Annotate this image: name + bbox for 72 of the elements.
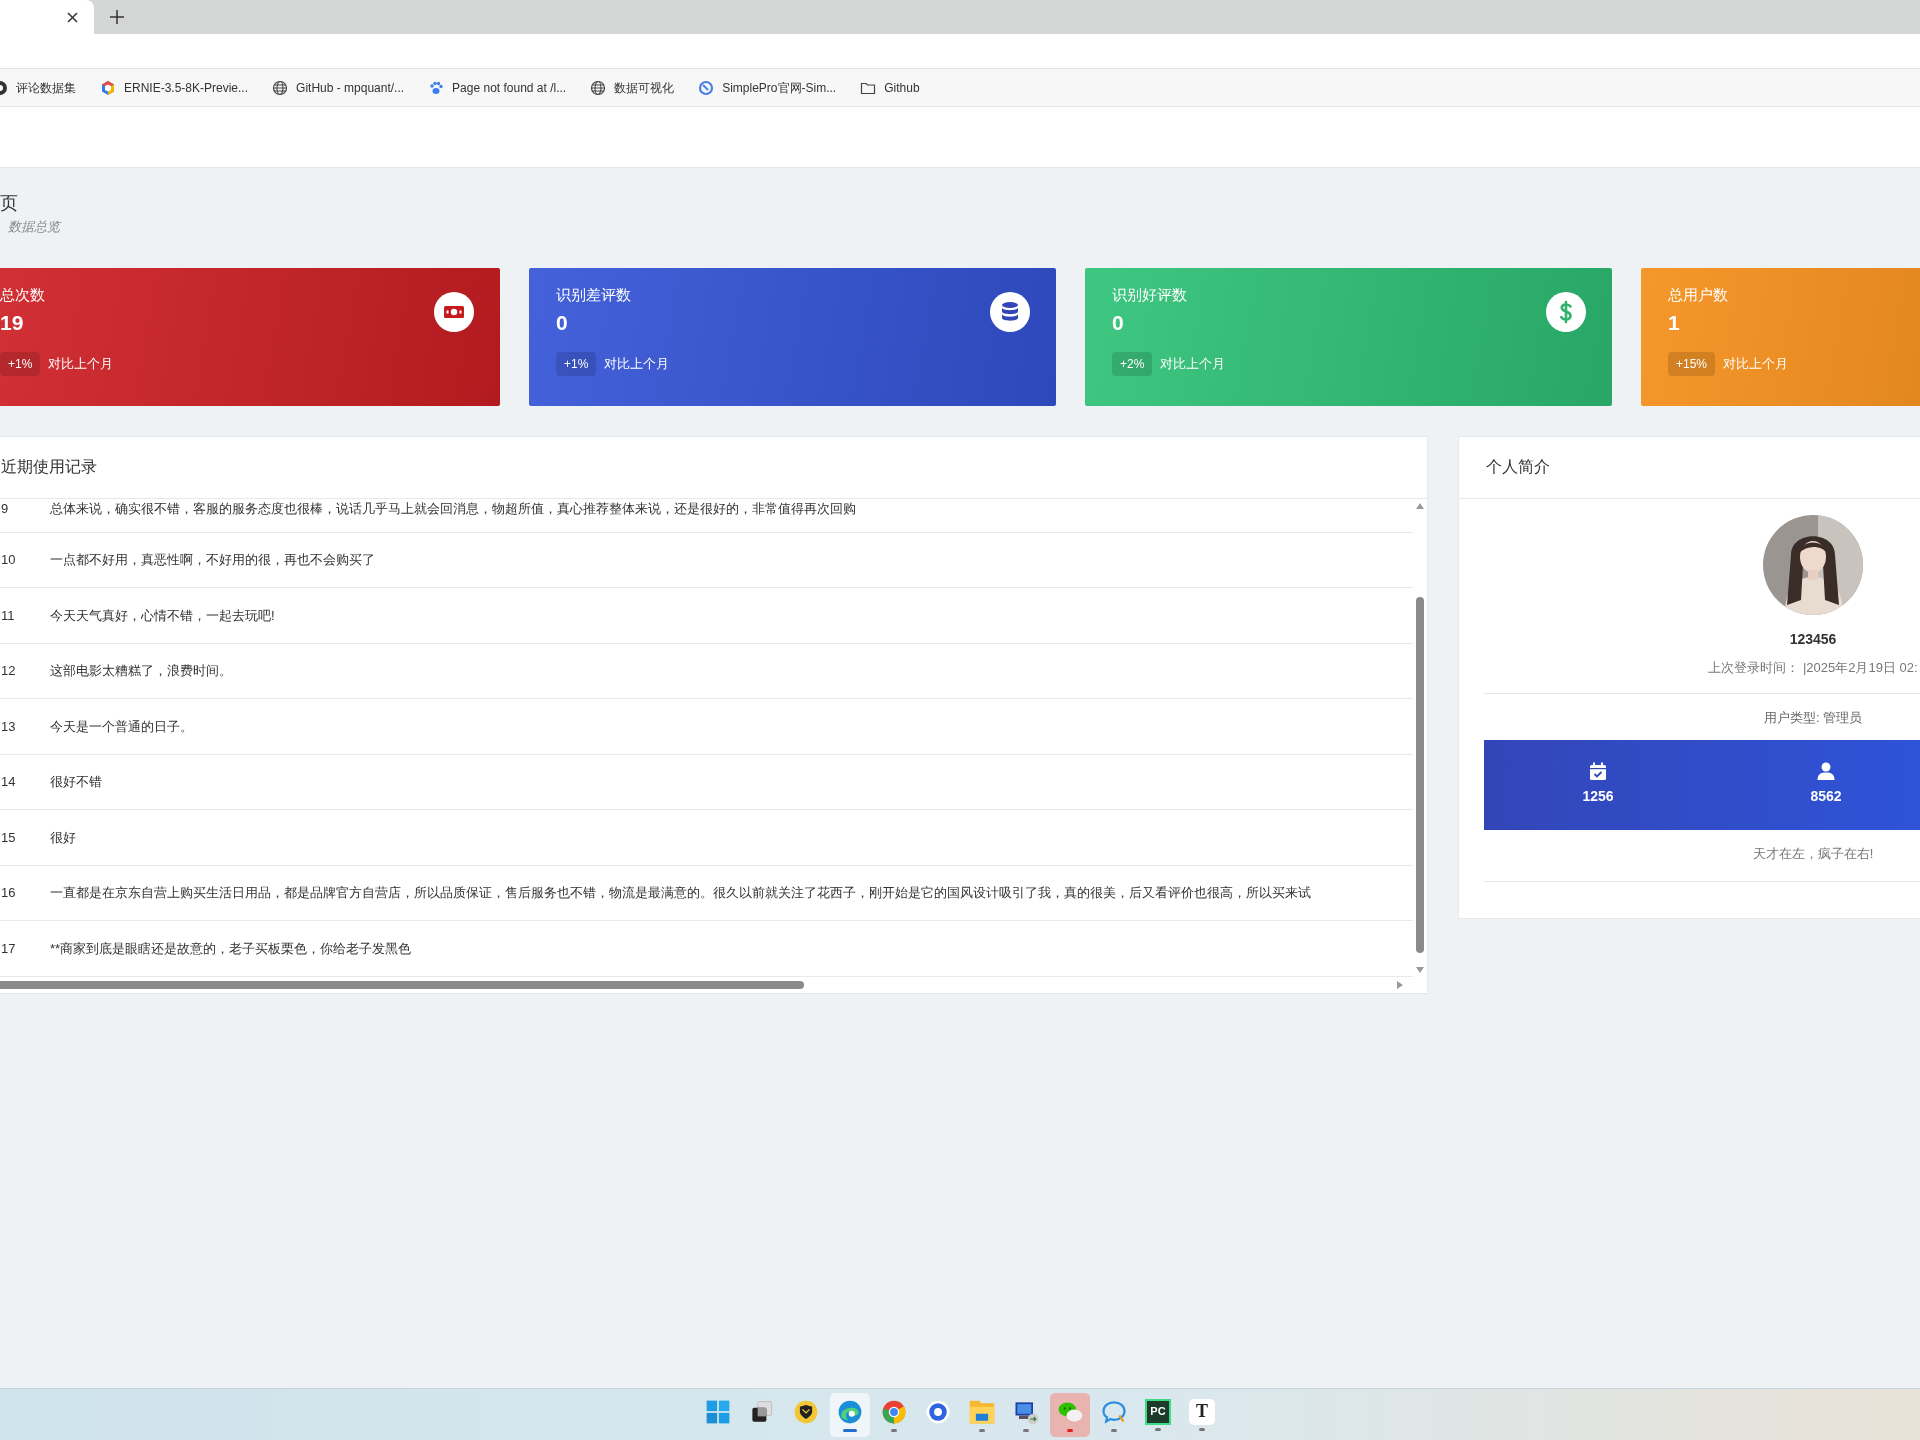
row-number: 13	[0, 717, 17, 736]
review-text: 总体来说，确实很不错，客服的服务态度也很棒，说话几乎马上就会回消息，物超所值，真心推荐整体来说，还是很好的，非常值得再次回购	[50, 499, 856, 518]
bookmark-link[interactable]: 评论数据集	[0, 78, 76, 97]
stat-value: 19	[0, 310, 25, 336]
app-tile-icon: PC	[1145, 1398, 1171, 1425]
globe-icon	[272, 79, 289, 96]
review-text: **商家到底是眼瞎还是故意的，老子买板栗色，你给老子发黑色	[50, 939, 412, 958]
paw-icon	[428, 79, 445, 96]
row-number: 17	[0, 939, 17, 958]
stat-label: 总次数	[0, 284, 45, 305]
comparison-note: 对比上个月	[1723, 355, 1789, 374]
stat-number: 8562	[1810, 787, 1842, 806]
scroll-up-icon[interactable]	[1416, 502, 1424, 509]
bookmark-link[interactable]: Github	[860, 78, 920, 97]
scroll-down-icon[interactable]	[1416, 966, 1424, 973]
row-number: 9	[0, 499, 10, 518]
change-pill: +1%	[556, 352, 597, 376]
change-pill: +1%	[0, 352, 41, 376]
stat-number: 1256	[1582, 787, 1614, 806]
row-number: 10	[0, 551, 17, 569]
motto-text: 天才在左，疯子在右!	[1484, 829, 1920, 882]
card-title: 近期使用记录	[1, 457, 97, 477]
review-text: 很好不错	[50, 773, 102, 791]
user-icon	[1817, 762, 1835, 780]
taskbar-app[interactable]: PC	[1138, 1392, 1178, 1437]
stat-label: 总用户数	[1668, 284, 1728, 305]
row-number: 15	[0, 828, 17, 847]
bookmark-link[interactable]: SimplePro官网-Sim...	[698, 78, 837, 97]
cube-icon	[100, 79, 116, 96]
row-number: 12	[0, 662, 17, 680]
review-text: 今天天气真好，心情不错，一起去玩吧!	[50, 606, 275, 625]
row-number: 11	[0, 606, 16, 625]
bookmark-link[interactable]: Page not found at /l...	[428, 78, 567, 97]
page-subtitle: 数据总览	[7, 218, 63, 236]
change-pill: +15%	[1668, 352, 1716, 376]
user-name: 123456	[1788, 629, 1838, 649]
review-text: 一点都不好用，真恶性啊，不好用的很，再也不会购买了	[50, 551, 375, 569]
row-number: 14	[0, 773, 17, 791]
card-title: 个人简介	[1486, 457, 1550, 477]
review-text: 一直都是在京东自营上购买生活日用品，都是品牌官方自营店，所以品质保证，售后服务也不错，物流是最满意的。很久以前就关注了花西子，刚开始是它的国风设计吸引了我，真的很美，后又看评价也很高，所以买来试	[50, 884, 1311, 902]
change-pill: +2%	[1112, 352, 1153, 376]
bookmark-link[interactable]: 数据可视化	[590, 78, 675, 97]
stat-value: 0	[1112, 310, 1125, 336]
review-text: 今天是一个普通的日子。	[50, 717, 193, 736]
page-title: 页	[0, 192, 19, 214]
scrollbar-thumb[interactable]	[1416, 596, 1424, 953]
stat-value: 0	[556, 310, 569, 336]
banknote-icon	[434, 291, 474, 332]
bookmark-link[interactable]: ERNIE-3.5-8K-Previe...	[100, 78, 249, 97]
comparison-note: 对比上个月	[604, 355, 670, 374]
globe-icon	[590, 79, 607, 96]
stat-label: 识别差评数	[556, 284, 631, 305]
dollar-icon	[1546, 291, 1586, 332]
review-text: 这部电影太糟糕了，浪费时间。	[50, 662, 232, 680]
calendar-icon	[1589, 762, 1607, 780]
stat-label: 识别好评数	[1112, 284, 1187, 305]
scrollbar-thumb[interactable]	[0, 980, 804, 989]
bookmark-link[interactable]: GitHub - mpquant/...	[272, 78, 405, 97]
stat-value: 1	[1668, 310, 1681, 336]
scroll-right-icon[interactable]	[1397, 980, 1403, 989]
last-login-text: 上次登录时间： |2025年2月19日 02:	[1707, 658, 1919, 677]
database-icon	[990, 291, 1030, 332]
row-number: 16	[0, 884, 17, 902]
letter-tile-icon: T	[1189, 1398, 1215, 1425]
ring-icon	[698, 79, 715, 96]
taskbar-app[interactable]: T	[1182, 1392, 1222, 1437]
comparison-note: 对比上个月	[1160, 355, 1226, 374]
user-type-text: 用户类型: 管理员	[1484, 693, 1920, 740]
new-tab-icon[interactable]	[110, 10, 124, 24]
review-text: 很好	[50, 828, 76, 847]
close-icon[interactable]	[67, 11, 78, 23]
comparison-note: 对比上个月	[48, 355, 114, 374]
